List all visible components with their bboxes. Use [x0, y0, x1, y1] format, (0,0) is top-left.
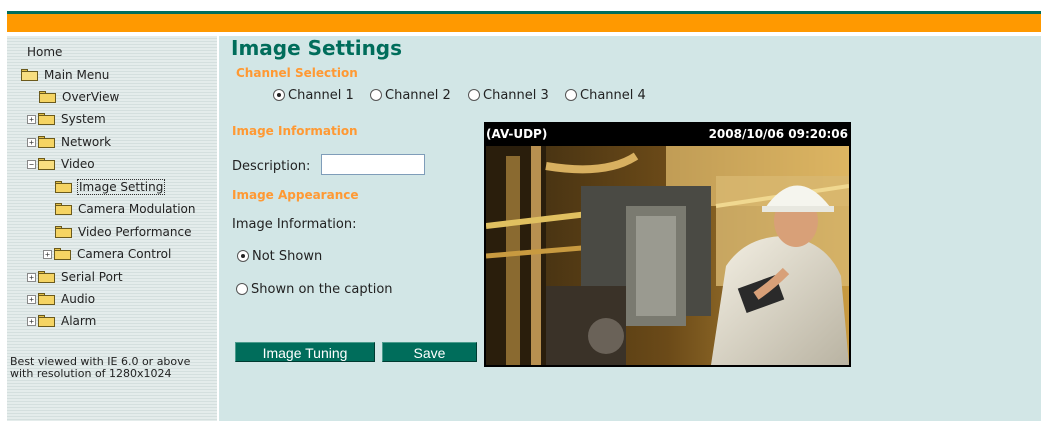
image-appearance-heading: Image Appearance: [232, 188, 359, 202]
channel-4-radio[interactable]: Channel 4: [565, 88, 646, 103]
video-preview: (AV-UDP) 2008/10/06 09:20:06: [484, 122, 851, 367]
expand-plus-icon[interactable]: +: [27, 316, 36, 326]
folder-icon: [38, 136, 55, 148]
folder-icon: [55, 203, 72, 215]
sidebar-item-overview[interactable]: OverView: [39, 87, 119, 107]
channel-selection-heading: Channel Selection: [236, 66, 358, 80]
folder-icon: [55, 181, 72, 193]
sidebar-item-main-menu[interactable]: Main Menu: [21, 65, 109, 85]
video-caption-bar: (AV-UDP) 2008/10/06 09:20:06: [484, 122, 851, 146]
radio-icon: [370, 89, 382, 101]
expand-plus-icon[interactable]: +: [27, 294, 36, 304]
radio-label: Channel 2: [385, 88, 451, 103]
expand-plus-icon[interactable]: +: [27, 114, 36, 124]
expand-plus-icon[interactable]: +: [27, 272, 36, 282]
folder-icon: [38, 271, 55, 283]
sidebar-item-audio[interactable]: + Audio: [27, 289, 95, 309]
sidebar-item-camera-control[interactable]: + Camera Control: [43, 244, 171, 264]
sidebar-item-home[interactable]: Home: [27, 42, 62, 62]
sidebar-item-label: Audio: [61, 292, 96, 306]
collapse-minus-icon[interactable]: −: [27, 159, 36, 169]
page-title: Image Settings: [231, 36, 403, 60]
open-folder-icon: [38, 158, 55, 170]
sidebar-item-label: Camera Modulation: [78, 202, 196, 216]
sidebar-item-video[interactable]: − Video: [27, 154, 95, 174]
radio-icon: [236, 283, 248, 295]
radio-label: Shown on the caption: [251, 282, 393, 297]
sidebar-item-label: Alarm: [61, 314, 97, 328]
radio-checked-icon: [237, 250, 249, 262]
channel-2-radio[interactable]: Channel 2: [370, 88, 451, 103]
radio-label: Not Shown: [252, 249, 323, 264]
sidebar-item-label: Image Setting: [76, 179, 166, 195]
sidebar-item-label: Serial Port: [61, 270, 123, 284]
sidebar-item-alarm[interactable]: + Alarm: [27, 311, 96, 331]
radio-icon: [565, 89, 577, 101]
header-bar: [7, 14, 1041, 32]
sidebar-item-label: Main Menu: [44, 68, 110, 82]
sidebar-item-image-setting[interactable]: Image Setting: [55, 177, 166, 197]
sidebar-item-system[interactable]: + System: [27, 109, 106, 129]
folder-icon: [39, 91, 56, 103]
sidebar-item-camera-modulation[interactable]: Camera Modulation: [55, 199, 196, 219]
open-folder-icon: [21, 69, 38, 81]
sidebar-item-label: Video Performance: [78, 225, 192, 239]
sidebar-item-label: OverView: [62, 90, 120, 104]
video-protocol-label: (AV-UDP): [486, 127, 548, 141]
image-tuning-button[interactable]: Image Tuning: [235, 342, 375, 362]
radio-label: Channel 1: [288, 88, 354, 103]
sidebar-item-network[interactable]: + Network: [27, 132, 111, 152]
save-button[interactable]: Save: [382, 342, 477, 362]
radio-label: Channel 3: [483, 88, 549, 103]
expand-plus-icon[interactable]: +: [43, 249, 52, 259]
main-content: Image Settings Channel Selection Channel…: [219, 36, 1041, 421]
browser-note: Best viewed with IE 6.0 or above with re…: [10, 355, 191, 380]
folder-icon: [38, 315, 55, 327]
channel-3-radio[interactable]: Channel 3: [468, 88, 549, 103]
sidebar-item-serial-port[interactable]: + Serial Port: [27, 267, 123, 287]
sidebar-item-label: Home: [27, 45, 63, 59]
expand-plus-icon[interactable]: +: [27, 137, 36, 147]
camera-scene-image: [486, 146, 849, 365]
channel-1-radio[interactable]: Channel 1: [273, 88, 354, 103]
radio-label: Channel 4: [580, 88, 646, 103]
shown-on-caption-radio[interactable]: Shown on the caption: [236, 282, 393, 297]
folder-icon: [38, 113, 55, 125]
video-timestamp: 2008/10/06 09:20:06: [708, 127, 848, 141]
sidebar-item-label: System: [61, 112, 106, 126]
image-information-label: Image Information:: [232, 217, 357, 232]
sidebar-nav: Home Main Menu OverView + System + Netwo…: [7, 36, 217, 421]
image-information-heading: Image Information: [232, 124, 358, 138]
sidebar-item-label: Video: [61, 157, 95, 171]
camera-image: [486, 146, 849, 365]
radio-checked-icon: [273, 89, 285, 101]
description-input[interactable]: [321, 154, 425, 175]
radio-icon: [468, 89, 480, 101]
sidebar-item-label: Network: [61, 135, 112, 149]
folder-icon: [38, 293, 55, 305]
folder-icon: [54, 248, 71, 260]
sidebar-item-video-performance[interactable]: Video Performance: [55, 222, 191, 242]
folder-icon: [55, 226, 72, 238]
sidebar-item-label: Camera Control: [77, 247, 172, 261]
description-label: Description:: [232, 159, 311, 174]
not-shown-radio[interactable]: Not Shown: [237, 249, 322, 264]
